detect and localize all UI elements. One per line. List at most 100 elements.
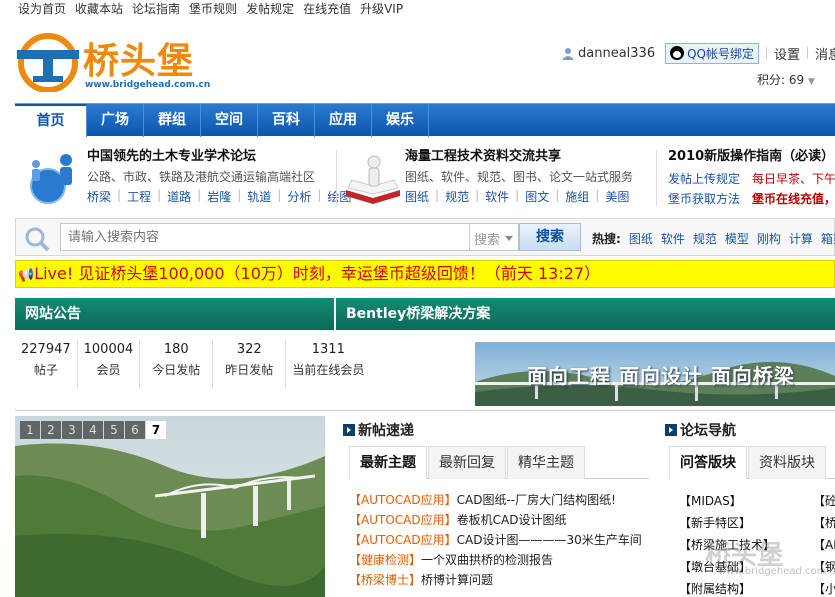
tab-latest-replies[interactable]: 最新回复 xyxy=(428,446,506,479)
intro-link[interactable]: 轨道 xyxy=(247,188,271,205)
notice-header: 网站公告 xyxy=(15,298,334,330)
post-title[interactable]: CAD图纸--厂房大门结构图纸! xyxy=(457,493,616,507)
intro-link[interactable]: 图纸 xyxy=(405,188,429,205)
intro-link[interactable]: 分析 xyxy=(287,188,311,205)
nav-home[interactable]: 首页 xyxy=(15,104,87,137)
nav-wiki[interactable]: 百科 xyxy=(258,104,315,137)
intro-link[interactable]: 堡币在线充值， xyxy=(752,190,835,207)
intro-link[interactable]: 规范 xyxy=(445,188,469,205)
qq-bind-button[interactable]: QQ帐号绑定 xyxy=(665,42,759,64)
forum-link[interactable]: 【AN xyxy=(813,534,835,556)
intro-title: 海量工程技术资料交流共享 xyxy=(405,149,562,164)
site-logo[interactable]: 桥头堡 www.bridgehead.com.cn xyxy=(15,30,210,96)
intro-link[interactable]: 堡币获取方法 xyxy=(668,190,740,207)
intro-link[interactable]: 桥梁 xyxy=(87,188,111,205)
post-category[interactable]: 【AUTOCAD应用】 xyxy=(349,493,457,507)
post-category[interactable]: 【AUTOCAD应用】 xyxy=(349,533,457,547)
post-category[interactable]: 【AUTOCAD应用】 xyxy=(349,513,457,527)
intro-link[interactable]: 岩隆 xyxy=(207,188,231,205)
intro-link[interactable]: 美图 xyxy=(605,188,629,205)
nav-entertainment[interactable]: 娱乐 xyxy=(372,104,429,137)
search-button[interactable]: 搜索 xyxy=(519,223,581,251)
forum-link[interactable]: 【MIDAS】 xyxy=(679,490,759,512)
nav-groups[interactable]: 群组 xyxy=(144,104,201,137)
tab-qa-forums[interactable]: 问答版块 xyxy=(669,446,747,479)
intro-links: 堡币获取方法 堡币在线充值， xyxy=(668,190,835,207)
hot-keyword[interactable]: 图纸 xyxy=(629,230,653,247)
search-input[interactable] xyxy=(60,223,470,251)
list-item[interactable]: 【桥梁博士】桥博计算问题 xyxy=(349,570,659,590)
post-title[interactable]: CAD设计图————30米生产车间 xyxy=(457,533,642,547)
nav-space[interactable]: 空间 xyxy=(201,104,258,137)
forum-nav-title: 论坛导航 xyxy=(680,423,736,439)
tab-resource-forums[interactable]: 资料版块 xyxy=(748,446,826,479)
forum-link[interactable]: 【小 xyxy=(813,578,835,597)
forum-link[interactable]: 【砼 xyxy=(813,490,835,512)
hot-keyword[interactable]: 模型 xyxy=(725,230,749,247)
bridge-photo xyxy=(15,416,325,597)
set-homepage-link[interactable]: 设为首页 xyxy=(18,0,66,16)
forum-guide-link[interactable]: 论坛指南 xyxy=(132,0,180,16)
forum-link[interactable]: 【新手特区】 xyxy=(679,512,759,534)
search-icon xyxy=(25,227,50,252)
forum-link[interactable]: 【桥 xyxy=(813,512,835,534)
coin-rules-link[interactable]: 堡币规则 xyxy=(189,0,237,16)
post-title[interactable]: 一个双曲拱桥的检测报告 xyxy=(421,553,553,567)
list-item[interactable]: 【AUTOCAD应用】卷板机CAD设计图纸 xyxy=(349,510,659,530)
book-icon xyxy=(346,155,400,204)
upgrade-vip-link[interactable]: 升级VIP xyxy=(360,0,403,16)
megaphone-icon: 📢 xyxy=(18,268,35,283)
slide-button[interactable]: 1 xyxy=(20,421,40,439)
hot-keyword[interactable]: 规范 xyxy=(693,230,717,247)
intro-subtitle: 图纸、软件、规范、图书、论文一站式服务 xyxy=(405,170,634,184)
hot-keyword[interactable]: 软件 xyxy=(661,230,685,247)
intro-link[interactable]: 每日早茶、下午 xyxy=(752,170,835,187)
stat-label: 帖子 xyxy=(33,363,58,377)
list-item[interactable]: 【健康检测】一个双曲拱桥的检测报告 xyxy=(349,550,659,570)
username-link[interactable]: danneal336 xyxy=(578,46,655,61)
intro-link[interactable]: 软件 xyxy=(485,188,509,205)
announcement-bar[interactable]: 📢Live! 见证桥头堡100,000（10万）时刻，幸运堡币超级回馈！（前天 … xyxy=(15,260,835,288)
divider xyxy=(766,47,767,59)
intro-link[interactable]: 工程 xyxy=(127,188,151,205)
slide-button[interactable]: 7 xyxy=(146,421,166,439)
hot-keyword[interactable]: 箱梁 xyxy=(821,230,835,247)
chevron-down-icon: ▼ xyxy=(807,77,815,87)
logo-url: www.bridgehead.com.cn xyxy=(85,80,211,90)
list-item[interactable]: 【AUTOCAD应用】CAD设计图————30米生产车间 xyxy=(349,530,659,550)
post-category[interactable]: 【桥梁博士】 xyxy=(349,573,421,587)
search-scope-select[interactable]: 搜索 xyxy=(469,223,519,251)
online-recharge-link[interactable]: 在线充值 xyxy=(303,0,351,16)
tab-featured-topics[interactable]: 精华主题 xyxy=(507,446,585,479)
slideshow[interactable] xyxy=(15,416,325,597)
slide-button[interactable]: 3 xyxy=(62,421,82,439)
points-dropdown[interactable]: 积分: 69 ▼ xyxy=(757,71,815,88)
tab-latest-topics[interactable]: 最新主题 xyxy=(349,446,427,479)
post-category[interactable]: 【健康检测】 xyxy=(349,553,421,567)
post-title[interactable]: 桥博计算问题 xyxy=(421,573,493,587)
intro-resources: 海量工程技术资料交流共享 图纸、软件、规范、图书、论文一站式服务 图纸 | 规范 |… xyxy=(405,145,633,211)
intro-link[interactable]: 图文 xyxy=(525,188,549,205)
intro-link[interactable]: 发帖上传规定 xyxy=(668,170,740,187)
slide-button[interactable]: 6 xyxy=(125,421,145,439)
forum-link[interactable]: 【附属结构】 xyxy=(679,578,759,597)
messages-link[interactable]: 消息 xyxy=(815,44,835,63)
posting-rules-link[interactable]: 发帖规定 xyxy=(246,0,294,16)
slide-button[interactable]: 4 xyxy=(83,421,103,439)
list-item[interactable]: 【AUTOCAD应用】CAD图纸--厂房大门结构图纸! xyxy=(349,490,659,510)
bentley-banner[interactable]: 面向工程 面向设计 面向桥梁 xyxy=(475,342,835,406)
post-title[interactable]: 卷板机CAD设计图纸 xyxy=(457,513,567,527)
slide-button[interactable]: 5 xyxy=(104,421,124,439)
intro-link[interactable]: 施组 xyxy=(565,188,589,205)
stat-value: 322 xyxy=(236,342,262,357)
points-label: 积分: 69 xyxy=(757,73,805,87)
hot-keyword[interactable]: 计算 xyxy=(789,230,813,247)
slide-button[interactable]: 2 xyxy=(41,421,61,439)
new-posts-header: 新帖速递 xyxy=(343,418,414,442)
hot-keyword[interactable]: 刚构 xyxy=(757,230,781,247)
intro-link[interactable]: 道路 xyxy=(167,188,191,205)
nav-square[interactable]: 广场 xyxy=(87,104,144,137)
nav-apps[interactable]: 应用 xyxy=(315,104,372,137)
settings-link[interactable]: 设置 xyxy=(774,44,800,63)
bookmark-link[interactable]: 收藏本站 xyxy=(75,0,123,16)
